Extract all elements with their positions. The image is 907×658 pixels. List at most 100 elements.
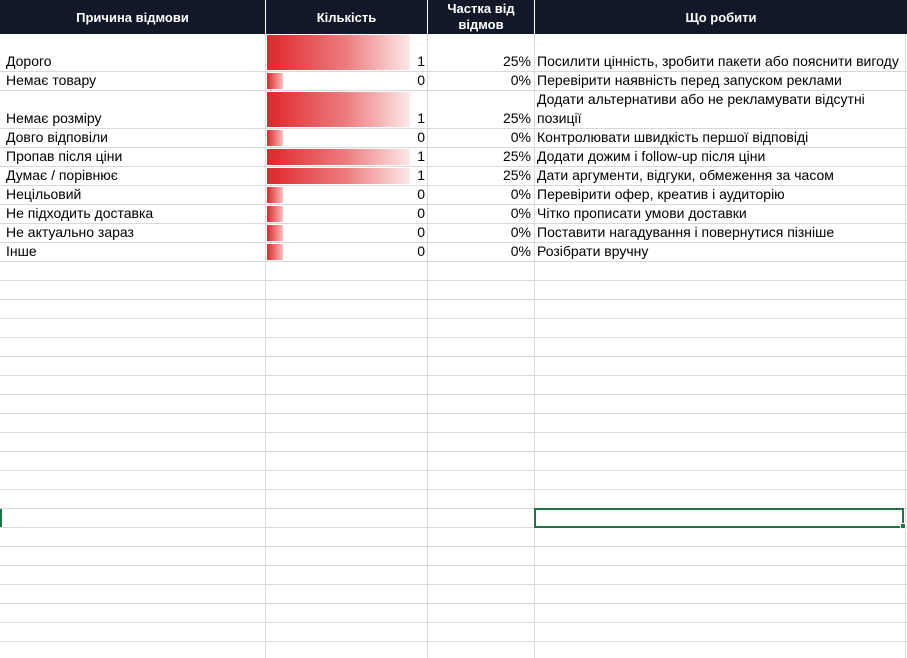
todo-cell-text: Додати альтернативи або не рекламувати в… (537, 91, 865, 126)
todo-cell[interactable]: Перевірити наявність перед запуском рекл… (537, 72, 905, 90)
row-gridline (0, 565, 907, 566)
header-reason[interactable]: Причина відмови (0, 0, 265, 34)
row-gridline (0, 451, 907, 452)
reason-cell-text: Дорого (6, 53, 52, 69)
count-cell-text: 1 (417, 110, 425, 126)
share-cell[interactable]: 0% (428, 224, 534, 242)
todo-cell[interactable]: Поставити нагадування і повернутися пізн… (537, 224, 905, 242)
row-gridline (0, 546, 907, 547)
count-cell[interactable]: 0 (266, 243, 427, 261)
todo-cell[interactable]: Перевірити офер, креатив і аудиторію (537, 186, 905, 204)
count-cell-text: 1 (417, 148, 425, 164)
share-cell-text: 0% (510, 205, 531, 221)
todo-cell[interactable]: Розібрати вручну (537, 243, 905, 261)
count-cell-text: 0 (417, 205, 425, 221)
reason-cell-text: Нецільовий (6, 186, 82, 202)
count-cell-text: 1 (417, 167, 425, 183)
todo-cell[interactable]: Дати аргументи, відгуки, обмеження за ча… (537, 167, 905, 185)
reason-cell[interactable]: Не актуально зараз (6, 224, 264, 242)
reason-cell-text: Довго відповіли (6, 129, 108, 145)
row-gridline (0, 375, 907, 376)
todo-cell-text: Перевірити офер, креатив і аудиторію (537, 186, 785, 202)
todo-cell-text: Контролювати швидкість першої відповіді (537, 129, 809, 145)
row-gridline (0, 622, 907, 623)
count-cell-text: 0 (417, 72, 425, 88)
count-cell[interactable]: 1 (266, 167, 427, 185)
todo-cell[interactable]: Додати дожим і follow-up після ціни (537, 148, 905, 166)
count-cell[interactable]: 1 (266, 34, 427, 71)
count-cell[interactable]: 0 (266, 205, 427, 223)
share-cell[interactable]: 0% (428, 243, 534, 261)
share-cell[interactable]: 0% (428, 72, 534, 90)
row-gridline (0, 394, 907, 395)
reason-cell[interactable]: Дорого (6, 34, 264, 71)
count-cell[interactable]: 1 (266, 148, 427, 166)
reason-cell[interactable]: Немає розміру (6, 91, 264, 128)
row-gridline (0, 337, 907, 338)
row-gridline (0, 470, 907, 471)
row-gridline (0, 413, 907, 414)
count-cell-text: 0 (417, 224, 425, 240)
todo-cell-text: Розібрати вручну (537, 243, 649, 259)
share-cell[interactable]: 25% (428, 148, 534, 166)
share-cell-text: 0% (510, 224, 531, 240)
share-cell-text: 0% (510, 72, 531, 88)
count-cell-text: 0 (417, 186, 425, 202)
count-cell[interactable]: 1 (266, 91, 427, 128)
reason-cell-text: Не актуально зараз (6, 224, 134, 240)
reason-cell[interactable]: Довго відповіли (6, 129, 264, 147)
share-cell-text: 0% (510, 243, 531, 259)
row-gridline (0, 584, 907, 585)
share-cell[interactable]: 0% (428, 205, 534, 223)
todo-cell-text: Поставити нагадування і повернутися пізн… (537, 224, 835, 240)
fill-handle[interactable] (900, 523, 906, 529)
row-gridline (0, 489, 907, 490)
todo-cell[interactable]: Чітко прописати умови доставки (537, 205, 905, 223)
count-cell-text: 0 (417, 243, 425, 259)
share-cell-text: 25% (502, 167, 531, 183)
count-cell[interactable]: 0 (266, 224, 427, 242)
count-cell-text: 1 (417, 53, 425, 69)
todo-cell[interactable]: Посилити цінність, зробити пакети або по… (537, 34, 905, 71)
share-cell[interactable]: 0% (428, 129, 534, 147)
todo-cell-text: Посилити цінність, зробити пакети або по… (537, 53, 899, 69)
count-cell[interactable]: 0 (266, 186, 427, 204)
count-cell-text: 0 (417, 129, 425, 145)
reason-cell-text: Не підходить доставка (6, 205, 154, 221)
todo-cell[interactable]: Додати альтернативи або не рекламувати в… (537, 91, 905, 128)
reason-cell[interactable]: Пропав після ціни (6, 148, 264, 166)
row-gridline (0, 318, 907, 319)
row-gridline (0, 299, 907, 300)
row-marker (0, 509, 2, 527)
todo-cell-text: Дати аргументи, відгуки, обмеження за ча… (537, 167, 834, 183)
header-share[interactable]: Частка від відмов (428, 0, 534, 34)
row-gridline (0, 603, 907, 604)
reason-cell-text: Думає / порівнює (6, 167, 118, 183)
row-gridline (0, 261, 907, 262)
count-cell[interactable]: 0 (266, 72, 427, 90)
todo-cell-text: Чітко прописати умови доставки (537, 205, 747, 221)
row-gridline (0, 356, 907, 357)
count-cell[interactable]: 0 (266, 129, 427, 147)
share-cell[interactable]: 25% (428, 91, 534, 128)
selected-cell[interactable] (534, 508, 904, 528)
reason-cell[interactable]: Немає товару (6, 72, 264, 90)
share-cell-text: 25% (502, 148, 531, 164)
share-cell-text: 0% (510, 186, 531, 202)
header-count[interactable]: Кількість (266, 0, 427, 34)
header-todo[interactable]: Що робити (535, 0, 907, 34)
share-cell-text: 25% (502, 110, 531, 126)
todo-cell[interactable]: Контролювати швидкість першої відповіді (537, 129, 905, 147)
reason-cell[interactable]: Думає / порівнює (6, 167, 264, 185)
reason-cell[interactable]: Не підходить доставка (6, 205, 264, 223)
share-cell[interactable]: 25% (428, 34, 534, 71)
spreadsheet[interactable]: Причина відмови Кількість Частка від від… (0, 0, 907, 658)
share-cell[interactable]: 0% (428, 186, 534, 204)
row-gridline (0, 641, 907, 642)
todo-cell-text: Додати дожим і follow-up після ціни (537, 148, 766, 164)
share-cell[interactable]: 25% (428, 167, 534, 185)
reason-cell[interactable]: Нецільовий (6, 186, 264, 204)
todo-cell-text: Перевірити наявність перед запуском рекл… (537, 72, 842, 88)
reason-cell-text: Немає товару (6, 72, 97, 88)
reason-cell[interactable]: Інше (6, 243, 264, 261)
